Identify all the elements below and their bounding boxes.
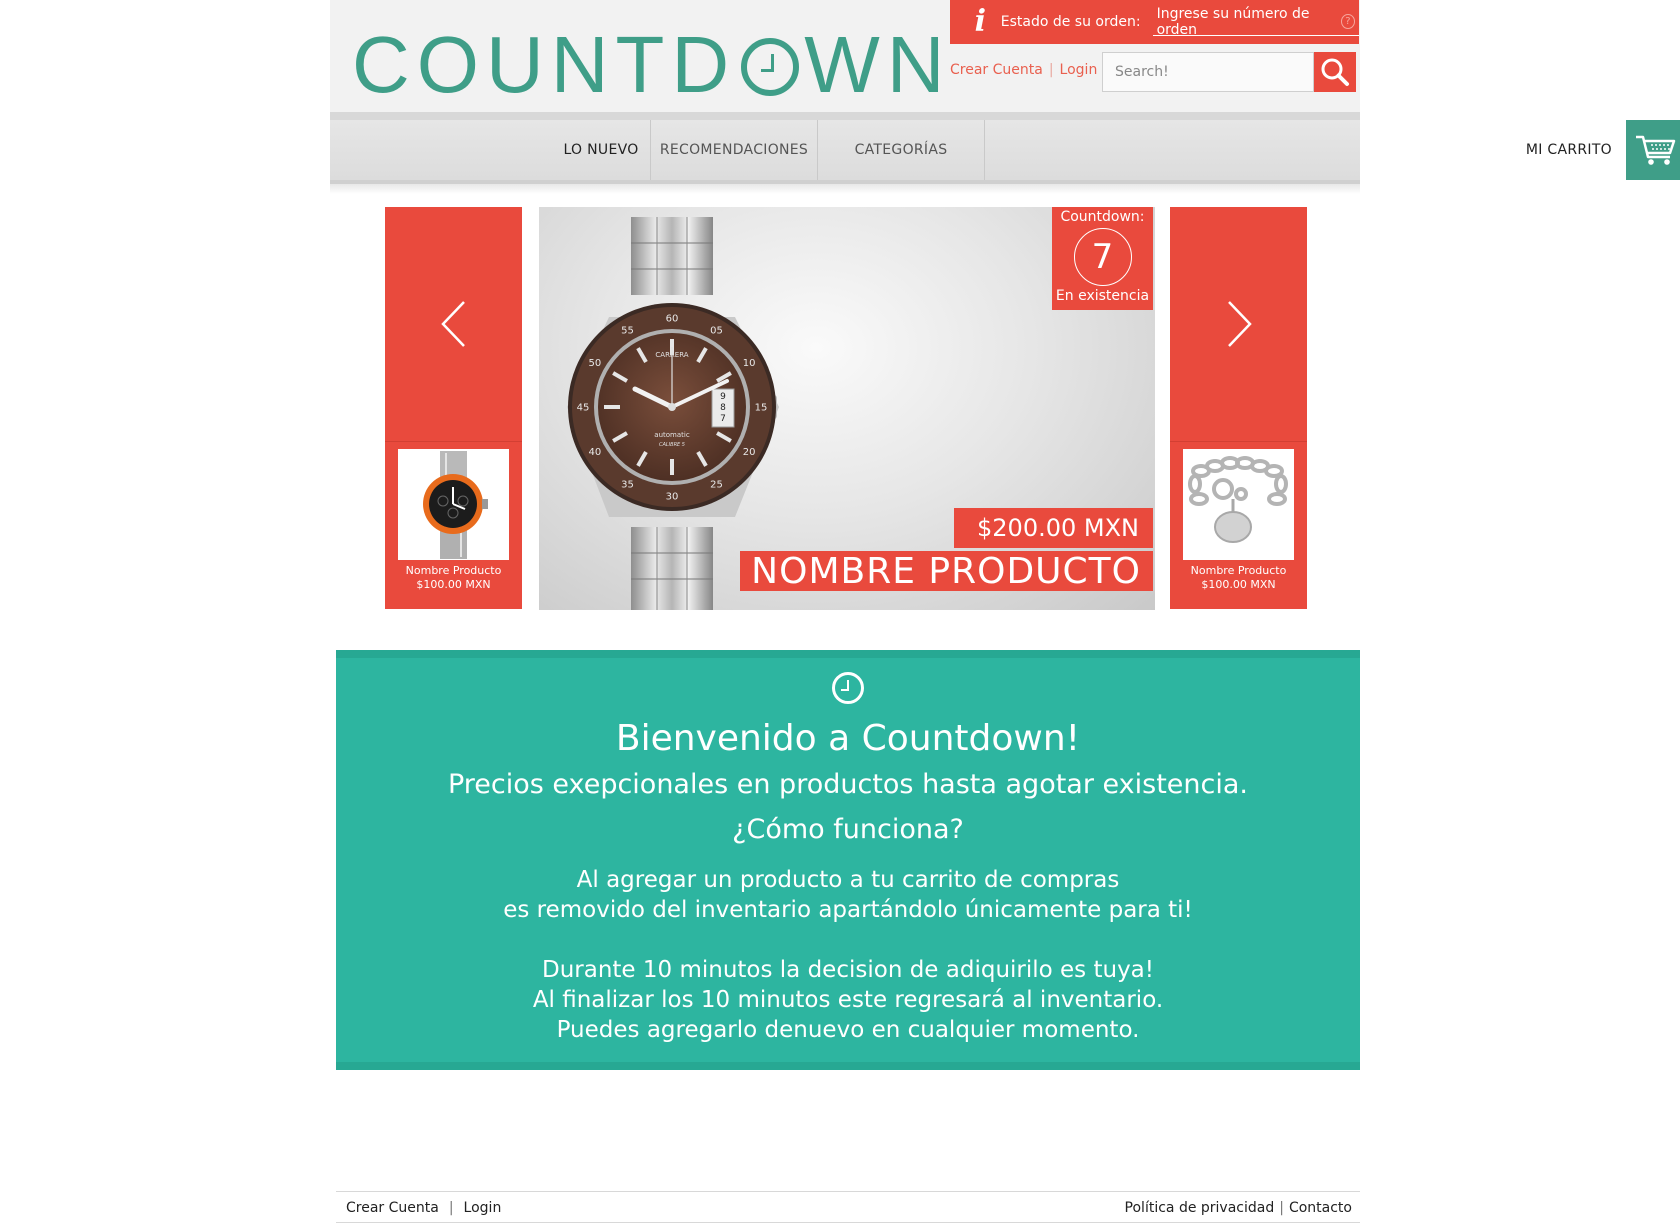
date-digit: 7 [720,414,726,424]
bezel-number: 30 [666,492,679,503]
featured-price: $200.00 MXN [954,508,1153,548]
bezel-number: 45 [577,403,590,414]
account-separator: | [1048,62,1054,78]
product-name[interactable]: Nombre Producto [1170,564,1307,578]
order-status-label: Estado de su orden: [1000,14,1141,30]
order-number-placeholder: Ingrese su número de orden [1156,5,1310,38]
product-thumb-bracelet[interactable] [1183,449,1294,560]
login-link[interactable]: Login [1060,62,1098,78]
cart-label: MI CARRITO [1525,142,1612,158]
order-number-input[interactable]: Ingrese su número de orden ? [1152,5,1359,38]
product-caption: Nombre Producto $100.00 MXN [1170,564,1307,592]
carousel-prev-panel: Nombre Producto $100.00 MXN [385,207,522,609]
product-name[interactable]: Nombre Producto [385,564,522,578]
info-icon: i [974,4,987,39]
search-button[interactable] [1314,52,1356,92]
account-links: Crear Cuenta | Login [950,62,1097,78]
search-placeholder: Search! [1115,64,1169,80]
main-nav: LO NUEVO RECOMENDACIONES CATEGORÍAS MI C… [330,112,1680,184]
clock-icon [832,672,864,704]
nav-item-lo-nuevo[interactable]: LO NUEVO [552,120,650,180]
search-input[interactable]: Search! [1102,52,1314,92]
date-digit: 9 [720,392,726,402]
nav-item-categorias[interactable]: CATEGORÍAS [818,120,984,180]
featured-product-name[interactable]: NOMBRE PRODUCTO [740,551,1153,592]
bezel-number: 60 [666,314,679,325]
countdown-label: Countdown: [1060,209,1145,225]
product-price: $100.00 MXN [1201,578,1276,591]
chevron-right-icon [1227,301,1252,347]
footer-separator: | [1279,1200,1284,1216]
explanation-line: Durante 10 minutos la decision de adiqui… [541,957,1154,983]
countdown-badge: Countdown: 7 En existencia [1052,207,1153,310]
logo-text-start: COUNTD [352,19,737,109]
chevron-left-icon [440,301,465,347]
nav-item-mi-carrito[interactable]: MI CARRITO [1476,120,1626,180]
order-status-bar: i Estado de su orden: Ingrese su número … [950,0,1359,44]
date-digit: 8 [720,403,726,413]
product-thumb-watch[interactable] [398,449,509,560]
bezel-number: 10 [743,358,756,369]
bezel-number: 40 [589,447,602,458]
bezel-number: 15 [755,403,768,414]
bezel-number: 05 [710,325,723,336]
logo-text-end: WN [804,19,952,109]
footer-create-account-link[interactable]: Crear Cuenta [346,1200,439,1216]
carousel-next-button[interactable] [1170,207,1307,442]
create-account-link[interactable]: Crear Cuenta [950,62,1043,78]
nav-shadow [330,184,1360,194]
nav-item-recomendaciones[interactable]: RECOMENDACIONES [651,120,817,180]
nav-item-label: CATEGORÍAS [854,142,948,158]
bezel-number: 20 [743,447,756,458]
carousel-next-panel: Nombre Producto $100.00 MXN [1170,207,1307,609]
footer-separator: | [448,1200,454,1216]
cart-button[interactable] [1626,120,1680,180]
explanation-line: es removido del inventario apartándolo ú… [503,897,1193,923]
nav-item-label: RECOMENDACIONES [659,142,809,158]
stock-label: En existencia [1055,288,1150,304]
watch-caliber-text: CALIBRE 5 [659,442,685,448]
how-it-works-heading: ¿Cómo funciona? [732,814,964,845]
explanation-line: Al finalizar los 10 minutos este regresa… [532,987,1164,1013]
help-icon[interactable]: ? [1340,14,1355,29]
bezel-number: 50 [589,358,602,369]
bezel-number: 55 [621,325,634,336]
explanation-line: Al agregar un producto a tu carrito de c… [576,867,1120,893]
product-caption: Nombre Producto $100.00 MXN [385,564,522,592]
product-price: $100.00 MXN [416,578,491,591]
privacy-policy-link[interactable]: Política de privacidad [1125,1200,1275,1216]
bracelet-thumb-image [1188,456,1288,543]
nav-divider [984,120,985,180]
welcome-subtitle: Precios exepcionales en productos hasta … [447,769,1248,800]
nav-item-label: LO NUEVO [563,142,639,158]
bezel-number: 25 [710,480,723,491]
contact-link[interactable]: Contacto [1289,1200,1352,1216]
footer-login-link[interactable]: Login [464,1200,502,1216]
carousel-prev-button[interactable] [385,207,522,442]
bezel-number: 35 [621,480,634,491]
cart-icon [1636,135,1676,165]
explanation-line: Puedes agregarlo denuevo en cualquier mo… [556,1017,1140,1043]
welcome-title: Bienvenido a Countdown! [615,718,1081,759]
logo-clock-icon [741,37,800,96]
logo[interactable]: COUNTD WN [352,20,951,109]
search-icon [1321,58,1349,86]
stock-count: 7 [1073,228,1132,286]
welcome-section: Bienvenido a Countdown! Precios exepcion… [336,650,1360,1070]
watch-thumb-image [423,451,488,559]
footer: Crear Cuenta | Login Política de privaci… [336,1191,1360,1223]
watch-automatic-text: automatic [654,431,690,439]
